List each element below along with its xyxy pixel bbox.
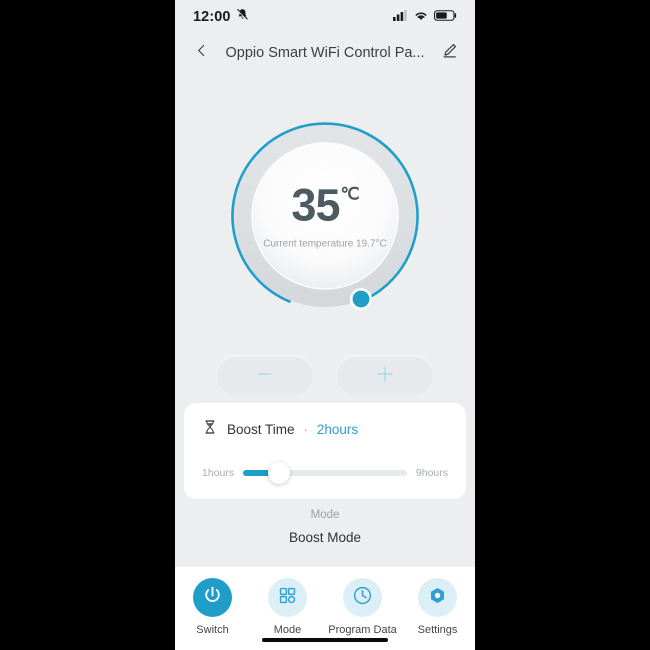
grid-icon xyxy=(278,586,297,610)
nav-label-settings: Settings xyxy=(417,624,458,636)
screenshot-root: 12:00 Oppio Smart WiFi Control Pa... 35℃… xyxy=(0,0,650,650)
dial-graphic xyxy=(231,122,419,310)
dial-handle xyxy=(352,290,370,308)
back-button[interactable] xyxy=(189,41,213,65)
battery-icon xyxy=(434,8,457,26)
nav-label-program-data: Program Data xyxy=(328,624,397,636)
home-indicator xyxy=(262,638,388,642)
mode-value: Boost Mode xyxy=(288,530,362,545)
nav-label-switch: Switch xyxy=(196,624,229,636)
status-bar-left: 12:00 xyxy=(193,8,249,26)
cellular-signal-icon xyxy=(393,8,408,26)
wifi-icon xyxy=(414,8,428,26)
chevron-left-icon xyxy=(194,43,209,63)
slider-thumb[interactable] xyxy=(268,462,291,484)
nav-item-program-data[interactable]: Program Data xyxy=(328,578,397,636)
app-header: Oppio Smart WiFi Control Pa... xyxy=(175,34,475,72)
nav-item-mode[interactable]: Mode xyxy=(255,578,321,636)
switch-icon-circle xyxy=(193,578,232,617)
pencil-edit-icon xyxy=(441,42,458,64)
boost-time-slider[interactable] xyxy=(243,462,407,484)
status-bar: 12:00 xyxy=(175,0,475,34)
power-icon xyxy=(202,585,223,611)
nav-item-settings[interactable]: Settings xyxy=(405,578,471,636)
temperature-adjust-row xyxy=(175,355,475,395)
slider-max-label: 9hours xyxy=(415,467,448,479)
bottom-navigation: Switch Mode Program Data Settings xyxy=(175,567,475,650)
bell-muted-icon xyxy=(236,8,249,26)
status-time: 12:00 xyxy=(193,9,231,25)
boost-slider-row: 1hours 9hours xyxy=(202,462,448,484)
boost-time-header: Boost Time · 2hours xyxy=(202,419,448,440)
decrease-temperature-button[interactable] xyxy=(216,355,314,395)
phone-screen: 12:00 Oppio Smart WiFi Control Pa... 35℃… xyxy=(175,0,475,650)
temperature-dial[interactable]: 35℃ Current temperature 19.7°C xyxy=(175,96,475,336)
clock-icon xyxy=(352,585,373,611)
nav-item-switch[interactable]: Switch xyxy=(180,578,246,636)
minus-icon xyxy=(256,365,274,386)
mode-block: Mode Boost Mode xyxy=(175,509,475,545)
mode-icon-circle xyxy=(268,578,307,617)
plus-icon xyxy=(375,364,395,387)
boost-time-card: Boost Time · 2hours 1hours 9hours xyxy=(184,403,466,499)
hourglass-icon xyxy=(202,419,218,440)
boost-separator: · xyxy=(303,422,308,437)
status-bar-right xyxy=(393,8,457,26)
mode-caption: Mode xyxy=(310,509,340,521)
settings-icon-circle xyxy=(418,578,457,617)
boost-time-label: Boost Time xyxy=(227,422,295,437)
edit-button[interactable] xyxy=(437,41,461,65)
hexagon-nut-icon xyxy=(428,586,447,610)
program-data-icon-circle xyxy=(343,578,382,617)
slider-min-label: 1hours xyxy=(202,467,235,479)
page-title: Oppio Smart WiFi Control Pa... xyxy=(225,45,425,61)
increase-temperature-button[interactable] xyxy=(336,355,434,395)
nav-label-mode: Mode xyxy=(273,624,302,636)
boost-time-value[interactable]: 2hours xyxy=(317,422,358,437)
